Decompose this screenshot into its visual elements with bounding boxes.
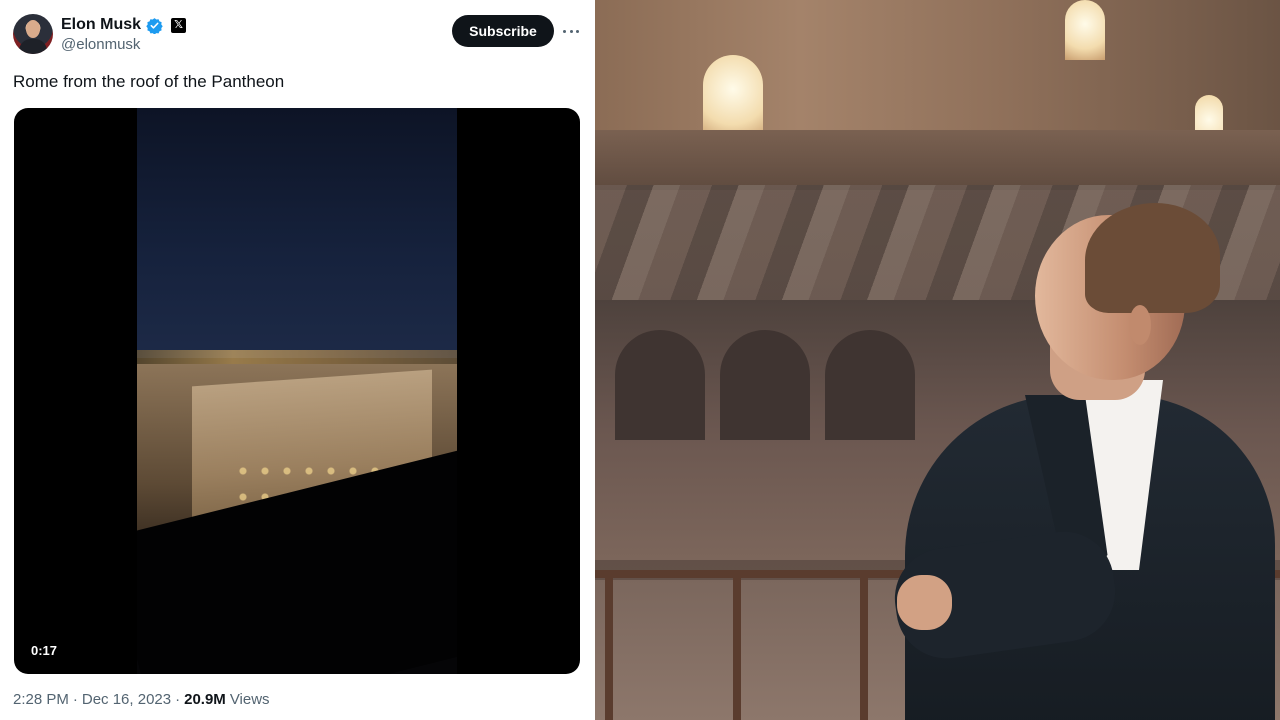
arch-opening [703,55,763,140]
views-count: 20.9M [184,691,226,708]
meta-separator: · [72,691,78,708]
city-lights [137,350,457,364]
avatar[interactable] [13,14,53,54]
stone-ledge [595,130,1280,190]
author-name-row: Elon Musk 𝕏 [61,15,187,35]
arcade-arch [720,330,810,440]
tweet-meta: 2:28 PM · Dec 16, 2023 · 20.9M Views [13,691,270,708]
arch-opening [1065,0,1105,60]
avatar-face [26,20,40,38]
subscribe-button[interactable]: Subscribe [452,15,554,47]
railing-post [860,570,868,720]
tweet-card: Elon Musk 𝕏 @elonmusk Subscribe Rome fro… [0,0,595,720]
person-hand [897,575,952,630]
more-options-icon[interactable] [561,22,581,40]
arcade-arch [615,330,705,440]
upper-arches [595,0,1280,150]
author-handle[interactable]: @elonmusk [61,36,140,53]
railing-post [733,570,741,720]
views-label: Views [229,691,270,708]
dot [569,29,573,33]
x-affiliation-badge-icon[interactable]: 𝕏 [171,17,187,33]
person-ear [1129,305,1151,345]
avatar-body [19,39,47,54]
night-sky [137,108,457,358]
railing-post [605,570,613,720]
video-player[interactable]: 0:17 [14,108,580,674]
meta-separator: · [175,691,181,708]
verified-badge-icon [146,17,163,34]
dot [563,29,566,33]
person-hair [1085,203,1220,313]
dot [576,29,579,33]
video-frame [137,108,457,674]
tweet-text: Rome from the roof of the Pantheon [13,72,285,91]
composite-image: Elon Musk 𝕏 @elonmusk Subscribe Rome fro… [0,0,1280,720]
author-display-name[interactable]: Elon Musk [61,16,141,34]
colosseum-photo [595,0,1280,720]
video-duration-badge: 0:17 [22,637,66,663]
tweet-time[interactable]: 2:28 PM [13,691,69,708]
tweet-date[interactable]: Dec 16, 2023 [82,691,171,708]
arcade-arch [825,330,915,440]
